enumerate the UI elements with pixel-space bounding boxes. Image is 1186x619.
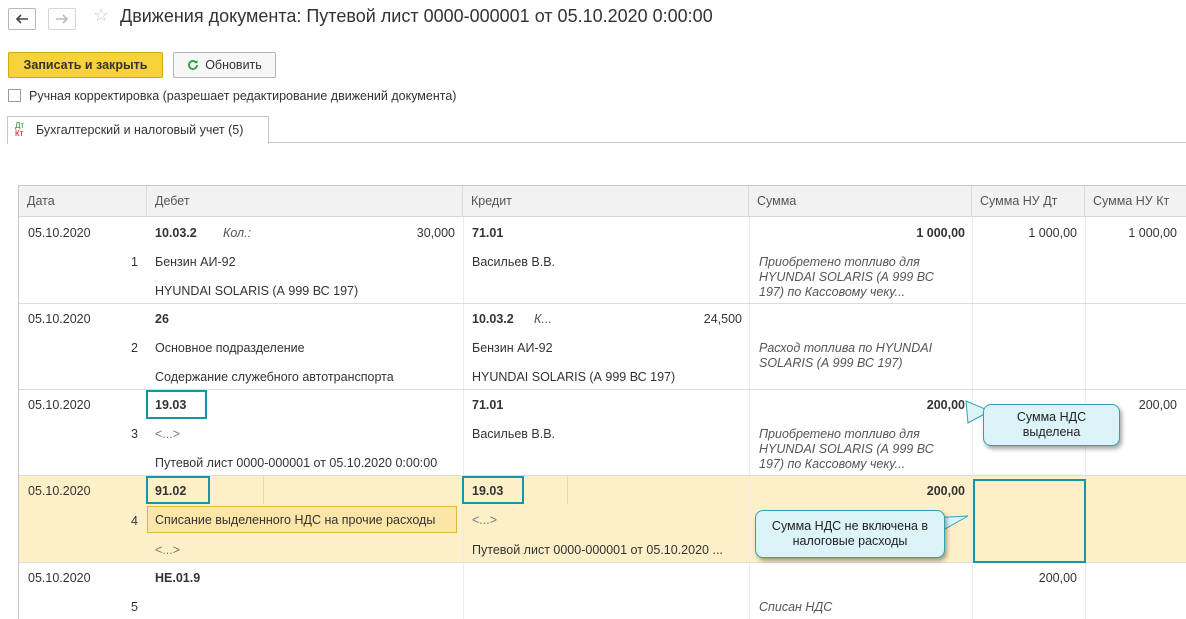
back-button[interactable] [8, 8, 36, 30]
posting-content: HYUNDAI SOLARIS (А 999 ВС [759, 270, 934, 284]
callout-vat-allocated: Сумма НДС выделена [983, 404, 1120, 446]
credit-qty-label: К... [534, 312, 552, 326]
nu-dt-value: 1 000,00 [1028, 226, 1077, 240]
posting-content: 197) по Кассовому чеку... [759, 285, 906, 299]
row-date: 05.10.2020 [28, 484, 91, 498]
credit-subconto: Бензин АИ-92 [472, 341, 553, 355]
credit-account: 71.01 [472, 226, 504, 240]
column-debit[interactable]: Дебет [147, 186, 463, 217]
row-number: 4 [131, 514, 138, 528]
annotation-box-credit-19-03 [462, 476, 524, 504]
debit-account: 10.03.2 [155, 226, 197, 240]
debit-subconto: Путевой лист 0000-000001 от 05.10.2020 0… [155, 456, 438, 470]
posting-content: Приобретено топливо для [759, 427, 920, 441]
nu-kt-value: 1 000,00 [1128, 226, 1177, 240]
debit-subconto: <...> [155, 427, 181, 441]
column-divider [749, 217, 750, 619]
debit-account: 26 [155, 312, 169, 326]
posting-content: SOLARIS (А 999 ВС 197) [759, 356, 903, 370]
credit-account: 10.03.2 [472, 312, 514, 326]
credit-account: 71.01 [472, 398, 504, 412]
column-divider [463, 217, 464, 619]
debit-qty: 30,000 [416, 226, 455, 240]
save-and-close-button[interactable]: Записать и закрыть [8, 52, 163, 78]
row-number: 5 [131, 600, 138, 614]
manual-edit-checkbox[interactable] [8, 89, 21, 102]
annotation-box-nu-empty [973, 479, 1086, 563]
row-number: 3 [131, 427, 138, 441]
table-header: Дата Дебет Кредит Сумма Сумма НУ Дт Сумм… [19, 186, 1186, 217]
debit-subconto: <...> [155, 543, 181, 557]
cell-divider [263, 475, 264, 504]
arrow-left-icon [15, 14, 28, 24]
row-date: 05.10.2020 [28, 312, 91, 326]
tab-accounting[interactable]: Дт Кт Бухгалтерский и налоговый учет (5) [7, 116, 269, 144]
row-date: 05.10.2020 [28, 571, 91, 585]
credit-subconto: Васильев В.В. [472, 255, 556, 269]
column-nu-kt[interactable]: Сумма НУ Кт [1085, 186, 1186, 217]
debit-subconto: Бензин АИ-92 [155, 255, 236, 269]
column-date[interactable]: Дата [19, 186, 147, 217]
row-date: 05.10.2020 [28, 398, 91, 412]
posting-content: Расход топлива по HYUNDAI [759, 341, 933, 355]
column-nu-dt[interactable]: Сумма НУ Дт [972, 186, 1085, 217]
sum-value: 1 000,00 [916, 226, 965, 240]
posting-content: Приобретено топливо для [759, 255, 920, 269]
row-number: 1 [131, 255, 138, 269]
tab-label: Бухгалтерский и налоговый учет (5) [36, 123, 244, 137]
manual-edit-label: Ручная корректировка (разрешает редактир… [29, 89, 457, 103]
annotation-box-debit-19-03 [146, 390, 207, 419]
debit-subconto[interactable]: Списание выделенного НДС на прочие расхо… [155, 513, 435, 527]
debit-subconto: HYUNDAI SOLARIS (А 999 ВС 197) [155, 284, 359, 298]
debit-credit-icon: Дт Кт [15, 121, 25, 138]
sum-value: 200,00 [926, 484, 965, 498]
credit-subconto: <...> [472, 513, 498, 527]
row-number: 2 [131, 341, 138, 355]
column-credit[interactable]: Кредит [463, 186, 749, 217]
credit-qty: 24,500 [703, 312, 742, 326]
forward-button[interactable] [48, 8, 76, 30]
credit-subconto: Васильев В.В. [472, 427, 556, 441]
credit-subconto: HYUNDAI SOLARIS (А 999 ВС 197) [472, 370, 676, 384]
row-separator [19, 303, 1186, 304]
tab-divider [269, 142, 1186, 143]
refresh-label: Обновить [205, 58, 262, 72]
credit-subconto: Путевой лист 0000-000001 от 05.10.2020 .… [472, 543, 723, 557]
refresh-icon [188, 60, 199, 70]
refresh-button[interactable]: Обновить [173, 52, 276, 78]
nu-dt-value: 200,00 [1038, 571, 1077, 585]
posting-content: HYUNDAI SOLARIS (А 999 ВС [759, 442, 934, 456]
cell-divider [567, 475, 568, 504]
debit-account: НЕ.01.9 [155, 571, 201, 585]
debit-subconto: Основное подразделение [155, 341, 305, 355]
posting-content: Списан НДС [759, 600, 833, 614]
posting-content: 197) по Кассовому чеку... [759, 457, 906, 471]
arrow-right-icon [56, 14, 69, 24]
column-sum[interactable]: Сумма [749, 186, 972, 217]
debit-qty-label: Кол.: [223, 226, 252, 240]
debit-subconto: Содержание служебного автотранспорта [155, 370, 394, 384]
row-date: 05.10.2020 [28, 226, 91, 240]
page-title: Движения документа: Путевой лист 0000-00… [120, 6, 713, 26]
star-icon[interactable]: ☆ [93, 5, 109, 26]
callout-vat-not-included: Сумма НДС не включена в налоговые расход… [755, 510, 945, 558]
annotation-box-debit-91-02 [146, 476, 210, 504]
